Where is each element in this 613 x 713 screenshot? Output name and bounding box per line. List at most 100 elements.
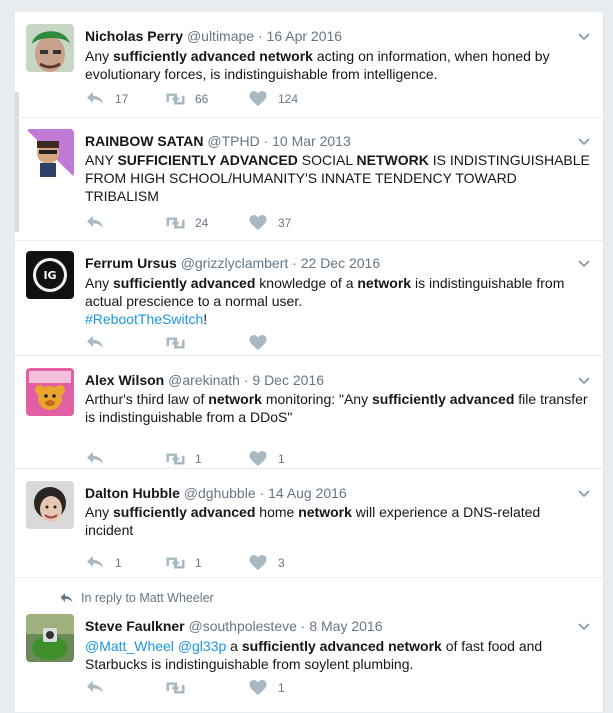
highlighted-term: sufficiently advanced xyxy=(113,275,256,291)
like-button[interactable]: 124 xyxy=(248,89,298,109)
avatar[interactable] xyxy=(26,129,74,177)
avatar[interactable] xyxy=(26,481,74,529)
highlighted-term: network xyxy=(208,391,262,407)
highlighted-term: sufficiently advanced xyxy=(113,504,256,520)
chevron-down-icon[interactable] xyxy=(577,135,591,149)
heart-icon xyxy=(248,333,268,353)
like-count: 124 xyxy=(278,92,299,106)
like-button[interactable]: 3 xyxy=(248,553,285,573)
like-button[interactable]: 37 xyxy=(248,213,291,233)
retweet-button[interactable] xyxy=(165,333,195,353)
tweet-timestamp[interactable]: 16 Apr 2016 xyxy=(267,28,343,44)
heart-icon xyxy=(248,678,268,698)
reply-icon xyxy=(85,553,105,573)
author-name[interactable]: Alex Wilson xyxy=(85,372,164,388)
tweet-link[interactable]: @Matt_Wheel xyxy=(85,638,174,654)
text-segment: SOCIAL xyxy=(297,152,357,168)
reply-context-icon xyxy=(59,591,81,605)
retweet-count: 1 xyxy=(195,452,202,466)
tweet-text: Any sufficiently advanced knowledge of a… xyxy=(85,274,590,328)
retweet-icon xyxy=(165,333,185,353)
like-count: 3 xyxy=(278,556,285,570)
chevron-down-icon[interactable] xyxy=(577,487,591,501)
highlighted-term: network xyxy=(298,504,352,520)
retweet-button[interactable] xyxy=(165,678,195,698)
separator: · xyxy=(239,372,253,388)
retweet-button[interactable]: 1 xyxy=(165,553,202,573)
tweet[interactable]: Dalton Hubble @dghubble · 14 Aug 2016 Any… xyxy=(15,468,603,578)
reply-button[interactable] xyxy=(85,678,115,698)
tweet[interactable]: Alex Wilson @arekinath · 9 Dec 2016 Arthu… xyxy=(15,355,603,469)
text-segment: Any xyxy=(85,275,114,291)
reply-icon xyxy=(85,449,105,469)
highlighted-term: NETWORK xyxy=(356,152,429,168)
like-count: 1 xyxy=(278,681,285,695)
tweet-timestamp[interactable]: 9 Dec 2016 xyxy=(252,372,324,388)
highlighted-term: network xyxy=(357,275,412,291)
avatar[interactable]: IG xyxy=(26,251,74,299)
tweet-link[interactable]: @gl33p xyxy=(178,638,226,654)
author-name[interactable]: RAINBOW SATAN xyxy=(85,133,203,149)
avatar[interactable] xyxy=(26,614,74,662)
text-segment: ! xyxy=(203,311,208,327)
separator: · xyxy=(288,255,301,271)
reply-context-label: In reply to Matt Wheeler xyxy=(81,591,214,605)
tweet-header: Steve Faulkner @southpolesteve · 8 May 2… xyxy=(85,618,383,634)
retweet-icon xyxy=(165,449,185,469)
tweet-text: ANY SUFFICIENTLY ADVANCED SOCIAL NETWORK… xyxy=(85,151,590,205)
author-handle[interactable]: @ultimape xyxy=(187,28,254,44)
tweet-timestamp[interactable]: 10 Mar 2013 xyxy=(272,133,351,149)
tweet[interactable]: IG Ferrum Ursus @grizzlyclambert · 22 Dec… xyxy=(15,240,603,356)
author-name[interactable]: Steve Faulkner xyxy=(85,618,185,634)
retweet-icon xyxy=(165,553,185,573)
separator: · xyxy=(255,485,269,501)
tweet-timestamp[interactable]: 8 May 2016 xyxy=(309,618,382,634)
avatar[interactable] xyxy=(26,368,74,416)
separator: · xyxy=(254,28,267,44)
heart-icon xyxy=(248,449,268,469)
tweet-timestamp[interactable]: 14 Aug 2016 xyxy=(268,485,347,501)
author-handle[interactable]: @arekinath xyxy=(168,372,240,388)
tweet-header: Alex Wilson @arekinath · 9 Dec 2016 xyxy=(85,372,324,388)
author-name[interactable]: Ferrum Ursus xyxy=(85,255,177,271)
reply-icon xyxy=(85,213,105,233)
retweet-button[interactable]: 66 xyxy=(165,89,208,109)
chevron-down-icon[interactable] xyxy=(577,257,591,271)
tweet-actions: 24 37 xyxy=(85,213,505,233)
tweet-text: Arthur's third law of network monitoring… xyxy=(85,390,590,426)
reply-button[interactable]: 17 xyxy=(85,89,128,109)
tweet[interactable]: In reply to Matt Wheeler Steve Faulkner @… xyxy=(15,577,603,713)
author-handle[interactable]: @dghubble xyxy=(184,485,256,501)
tweet[interactable]: Nicholas Perry @ultimape · 16 Apr 2016 An… xyxy=(15,12,603,118)
chevron-down-icon[interactable] xyxy=(577,30,591,44)
retweet-button[interactable]: 1 xyxy=(165,449,202,469)
separator: · xyxy=(259,133,273,149)
chevron-down-icon[interactable] xyxy=(577,374,591,388)
chevron-down-icon[interactable] xyxy=(577,620,591,634)
author-handle[interactable]: @TPHD xyxy=(207,133,259,149)
like-button[interactable] xyxy=(248,333,278,353)
author-handle[interactable]: @grizzlyclambert xyxy=(181,255,289,271)
reply-button[interactable] xyxy=(85,449,115,469)
avatar[interactable] xyxy=(26,24,74,72)
retweet-count: 66 xyxy=(195,92,209,106)
reply-button[interactable] xyxy=(85,333,115,353)
like-button[interactable]: 1 xyxy=(248,449,285,469)
reply-icon xyxy=(85,678,105,698)
tweet-header: Ferrum Ursus @grizzlyclambert · 22 Dec 2… xyxy=(85,255,380,271)
reply-button[interactable]: 1 xyxy=(85,553,122,573)
tweet-timestamp[interactable]: 22 Dec 2016 xyxy=(301,255,380,271)
tweet[interactable]: RAINBOW SATAN @TPHD · 10 Mar 2013 ANY SUF… xyxy=(15,117,603,241)
retweet-button[interactable]: 24 xyxy=(165,213,208,233)
reply-button[interactable] xyxy=(85,213,115,233)
tweet-actions: 11 xyxy=(85,449,505,469)
reply-context[interactable]: In reply to Matt Wheeler xyxy=(59,591,214,605)
timeline: Nicholas Perry @ultimape · 16 Apr 2016 An… xyxy=(14,12,604,713)
retweet-icon xyxy=(165,678,185,698)
like-button[interactable]: 1 xyxy=(248,678,285,698)
tweet-link[interactable]: #RebootTheSwitch xyxy=(85,311,203,327)
author-name[interactable]: Nicholas Perry xyxy=(85,28,183,44)
author-handle[interactable]: @southpolesteve xyxy=(189,618,297,634)
author-name[interactable]: Dalton Hubble xyxy=(85,485,180,501)
retweet-icon xyxy=(165,213,185,233)
